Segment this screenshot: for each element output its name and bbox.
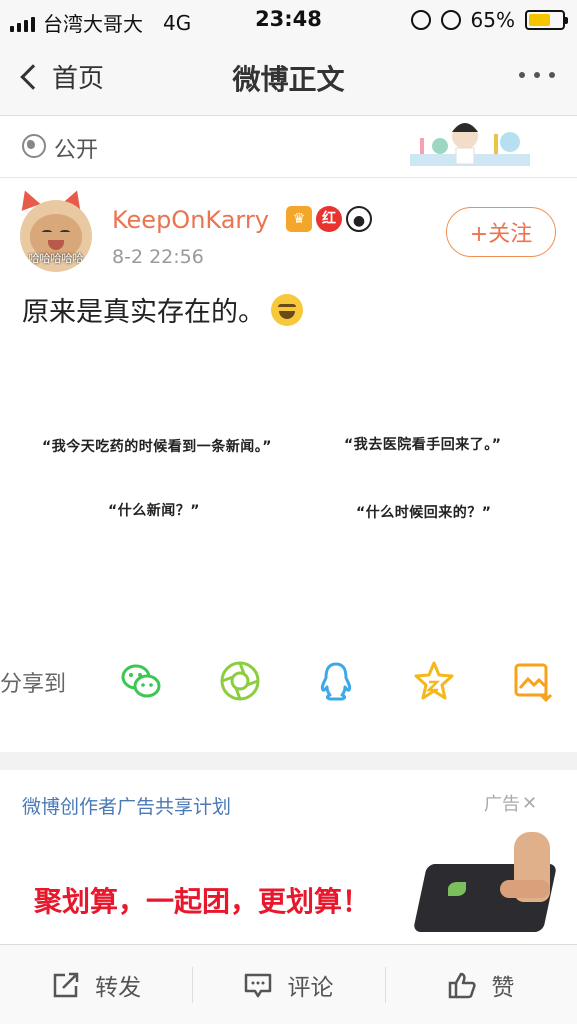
crown-icon[interactable]: ♛ bbox=[286, 206, 312, 232]
comment-label: 评论 bbox=[287, 974, 334, 1001]
like-label: 赞 bbox=[491, 974, 515, 1001]
close-icon: ✕ bbox=[522, 792, 538, 814]
like-button[interactable]: 赞 bbox=[384, 945, 577, 1024]
repost-button[interactable]: 转发 bbox=[0, 945, 192, 1024]
repost-label: 转发 bbox=[95, 974, 142, 1001]
share-label: 分享到 bbox=[0, 672, 67, 697]
more-options-icon[interactable] bbox=[519, 72, 555, 78]
ad-tag-label: 广告 bbox=[484, 794, 520, 815]
nav-bar: 首页 微博正文 bbox=[0, 40, 577, 116]
ad-product-decoration bbox=[448, 882, 466, 896]
decor-banner-image bbox=[410, 123, 530, 166]
page-title: 微博正文 bbox=[232, 63, 345, 96]
wechat-icon[interactable] bbox=[120, 660, 162, 702]
comic-dialogue-line: “我去医院看手回来了。” bbox=[344, 437, 502, 453]
panda-icon[interactable]: ● bbox=[346, 206, 372, 232]
save-image-icon[interactable] bbox=[512, 660, 554, 702]
comic-dialogue-line: “什么时候回来的？” bbox=[356, 505, 492, 521]
follow-button[interactable]: +关注 bbox=[446, 207, 556, 257]
comic-dialogue-line: “什么新闻？” bbox=[108, 503, 200, 519]
red-badge-icon[interactable]: 红 bbox=[316, 206, 342, 232]
ad-plan-link[interactable]: 微博创作者广告共享计划 bbox=[22, 792, 231, 819]
ad-close-button[interactable]: 广告 ✕ bbox=[484, 790, 537, 816]
post-text-content: 原来是真实存在的。 bbox=[22, 297, 265, 328]
privacy-label: 公开 bbox=[54, 138, 99, 163]
laughing-emoji-icon bbox=[271, 293, 303, 326]
battery-percent: 65% bbox=[470, 8, 515, 32]
status-bar: 台湾大哥大 4G 23:48 65% bbox=[0, 0, 577, 40]
ad-model-foot bbox=[500, 880, 550, 898]
comment-icon bbox=[245, 973, 272, 997]
globe-icon bbox=[22, 134, 46, 158]
comment-button[interactable]: 评论 bbox=[192, 945, 384, 1024]
avatar[interactable]: 哈哈哈哈哈 bbox=[20, 200, 92, 272]
alarm-icon bbox=[440, 10, 461, 30]
favorite-icon[interactable] bbox=[413, 660, 455, 702]
comic-dialogue-line: “我今天吃药的时候看到一条新闻。” bbox=[42, 439, 272, 455]
status-right: 65% bbox=[410, 8, 568, 32]
ad-headline[interactable]: 聚划算，一起团，更划算！ bbox=[34, 880, 370, 920]
bottom-action-bar: 转发 评论 赞 bbox=[0, 944, 577, 1024]
repost-icon bbox=[53, 972, 79, 997]
battery-icon bbox=[525, 10, 568, 30]
user-badges: ♛ 红 ● bbox=[286, 206, 372, 232]
qq-icon[interactable] bbox=[315, 660, 357, 702]
post-timestamp: 8-2 22:56 bbox=[112, 246, 204, 268]
post-text: 原来是真实存在的。 bbox=[22, 290, 303, 329]
section-divider bbox=[0, 752, 577, 770]
username[interactable]: KeepOnKarry bbox=[112, 206, 269, 234]
thumbs-up-icon bbox=[449, 972, 476, 998]
avatar-caption: 哈哈哈哈哈 bbox=[28, 252, 84, 265]
orientation-lock-icon bbox=[410, 10, 431, 30]
moments-icon[interactable] bbox=[219, 660, 261, 702]
